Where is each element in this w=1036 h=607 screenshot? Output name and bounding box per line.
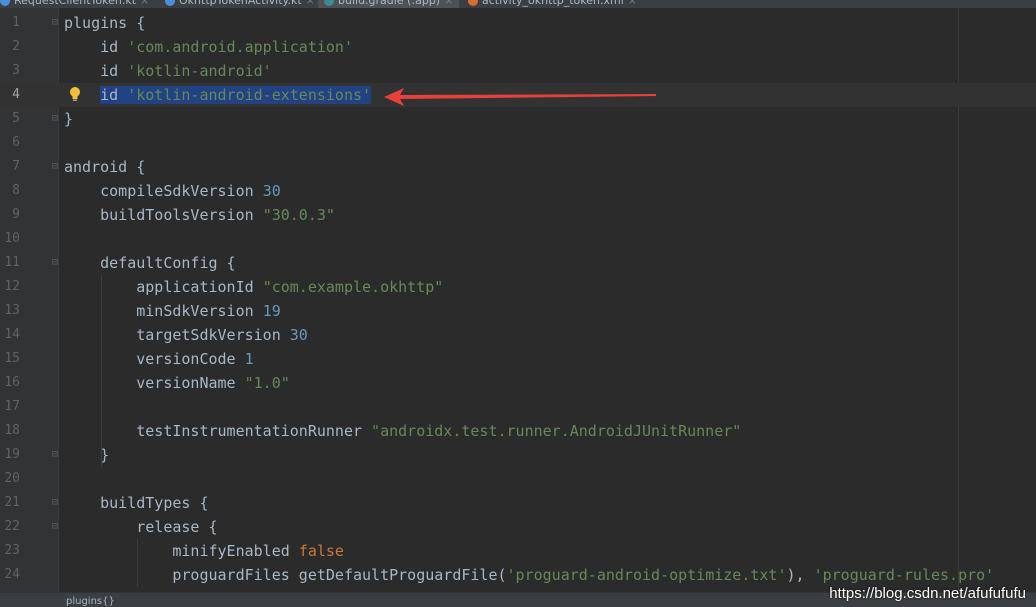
code-text: id 'kotlin-android': [64, 62, 272, 80]
code-text: testInstrumentationRunner "androidx.test…: [64, 422, 742, 440]
tab-1[interactable]: RequestClientToken.kt ×: [0, 0, 149, 8]
indent-guide: [137, 539, 138, 587]
code-text: buildToolsVersion "30.0.3": [64, 206, 335, 224]
line-number: 10: [4, 231, 20, 246]
fold-marker-icon[interactable]: ⊟: [52, 449, 61, 460]
line-number: 12: [4, 279, 20, 294]
code-line[interactable]: 15 versionCode 1: [0, 347, 1036, 371]
text-selection: id 'kotlin-android-extensions': [100, 86, 372, 104]
code-text: minSdkVersion 19: [64, 302, 281, 320]
tab-2[interactable]: OkhttpTokenActivity.kt ×: [165, 0, 315, 8]
code-text: }: [64, 110, 74, 128]
code-text: versionName "1.0": [64, 374, 290, 392]
line-number: 24: [4, 567, 20, 582]
tab-3[interactable]: build.gradle (:app) ×: [318, 0, 460, 8]
code-line[interactable]: 1 ⊟ plugins {: [0, 11, 1036, 35]
line-number: 21: [4, 495, 20, 510]
code-text: }: [64, 446, 110, 464]
code-line[interactable]: 3 id 'kotlin-android': [0, 59, 1036, 83]
code-line[interactable]: 24 proguardFiles getDefaultProguardFile(…: [0, 563, 1036, 587]
line-number: 3: [12, 63, 20, 78]
fold-marker-icon[interactable]: ⊟: [52, 113, 61, 124]
tab-label: OkhttpTokenActivity.kt: [179, 0, 302, 7]
code-text: id 'com.android.application': [64, 38, 353, 56]
code-line[interactable]: 5 ⊟}: [0, 107, 1036, 131]
annotation-arrow: [384, 88, 656, 106]
tab-close-icon[interactable]: ×: [444, 0, 453, 7]
code-line[interactable]: 16 versionName "1.0": [0, 371, 1036, 395]
editor-tab-bar: RequestClientToken.kt × OkhttpTokenActivit…: [0, 0, 1036, 8]
line-number: 5: [12, 111, 20, 126]
code-text: id 'kotlin-android-extensions': [64, 83, 372, 107]
indent-guide: [101, 275, 102, 467]
line-number: 22: [4, 519, 20, 534]
code-line[interactable]: 6: [0, 131, 1036, 155]
code-line[interactable]: 14 targetSdkVersion 30: [0, 323, 1036, 347]
gradle-file-icon: [324, 0, 334, 6]
tab-label: RequestClientToken.kt: [14, 0, 137, 7]
code-line[interactable]: 10: [0, 227, 1036, 251]
fold-marker-icon[interactable]: ⊟: [52, 161, 61, 172]
watermark: https://blog.csdn.net/afufufufu: [829, 585, 1026, 602]
breadcrumb[interactable]: plugins{}: [66, 595, 115, 607]
code-line[interactable]: 12 applicationId "com.example.okhttp": [0, 275, 1036, 299]
line-number: 4: [12, 87, 20, 102]
code-text: plugins {: [64, 14, 146, 32]
line-number: 23: [4, 543, 20, 558]
line-number: 8: [12, 183, 20, 198]
code-text: minifyEnabled false: [64, 542, 344, 560]
fold-marker-icon[interactable]: ⊟: [52, 257, 61, 268]
code-text: buildTypes {: [64, 494, 209, 512]
tab-close-icon[interactable]: ×: [140, 0, 149, 7]
line-number: 20: [4, 471, 20, 486]
code-line[interactable]: 7 ⊟ android {: [0, 155, 1036, 179]
code-text: defaultConfig {: [64, 254, 236, 272]
code-text: compileSdkVersion 30: [64, 182, 281, 200]
line-number: 1: [12, 15, 20, 30]
code-line[interactable]: 13 minSdkVersion 19: [0, 299, 1036, 323]
line-number: 2: [12, 39, 20, 54]
line-number: 17: [4, 399, 20, 414]
xml-file-icon: [468, 0, 478, 6]
kotlin-file-icon: [0, 0, 10, 6]
code-line[interactable]: 23 minifyEnabled false: [0, 539, 1036, 563]
code-text: versionCode 1: [64, 350, 254, 368]
tab-close-icon[interactable]: ×: [306, 0, 315, 7]
fold-marker-icon[interactable]: ⊟: [52, 17, 61, 28]
tab-label: activity_okhttp_token.xml: [482, 0, 624, 7]
tab-label: build.gradle (:app): [338, 0, 441, 7]
code-text: applicationId "com.example.okhttp": [64, 278, 444, 296]
code-line[interactable]: 17: [0, 395, 1036, 419]
code-text: proguardFiles getDefaultProguardFile('pr…: [64, 566, 995, 584]
kotlin-file-icon: [165, 0, 175, 6]
line-number: 6: [12, 135, 20, 150]
fold-marker-icon[interactable]: ⊟: [52, 497, 61, 508]
code-line[interactable]: 20: [0, 467, 1036, 491]
line-number: 18: [4, 423, 20, 438]
intention-bulb-icon[interactable]: [68, 86, 82, 104]
code-line[interactable]: 21 ⊟ buildTypes {: [0, 491, 1036, 515]
line-number: 16: [4, 375, 20, 390]
line-number: 11: [4, 255, 20, 270]
tab-close-icon[interactable]: ×: [628, 0, 637, 7]
code-line[interactable]: 2 id 'com.android.application': [0, 35, 1036, 59]
line-number: 19: [4, 447, 20, 462]
code-line[interactable]: 22 ⊟ release {: [0, 515, 1036, 539]
line-number: 13: [4, 303, 20, 318]
code-line[interactable]: 19 ⊟ }: [0, 443, 1036, 467]
code-line[interactable]: 18 testInstrumentationRunner "androidx.t…: [0, 419, 1036, 443]
line-number: 9: [12, 207, 20, 222]
code-line[interactable]: 8 compileSdkVersion 30: [0, 179, 1036, 203]
code-line[interactable]: 11 ⊟ defaultConfig {: [0, 251, 1036, 275]
tab-4[interactable]: activity_okhttp_token.xml ×: [468, 0, 637, 8]
code-text: android {: [64, 158, 146, 176]
line-number: 7: [12, 159, 20, 174]
fold-marker-icon[interactable]: ⊟: [52, 521, 61, 532]
status-bar: plugins{} https://blog.csdn.net/afufufuf…: [0, 585, 1036, 607]
line-number: 15: [4, 351, 20, 366]
code-line[interactable]: 9 buildToolsVersion "30.0.3": [0, 203, 1036, 227]
line-number: 14: [4, 327, 20, 342]
code-text: release {: [64, 518, 218, 536]
